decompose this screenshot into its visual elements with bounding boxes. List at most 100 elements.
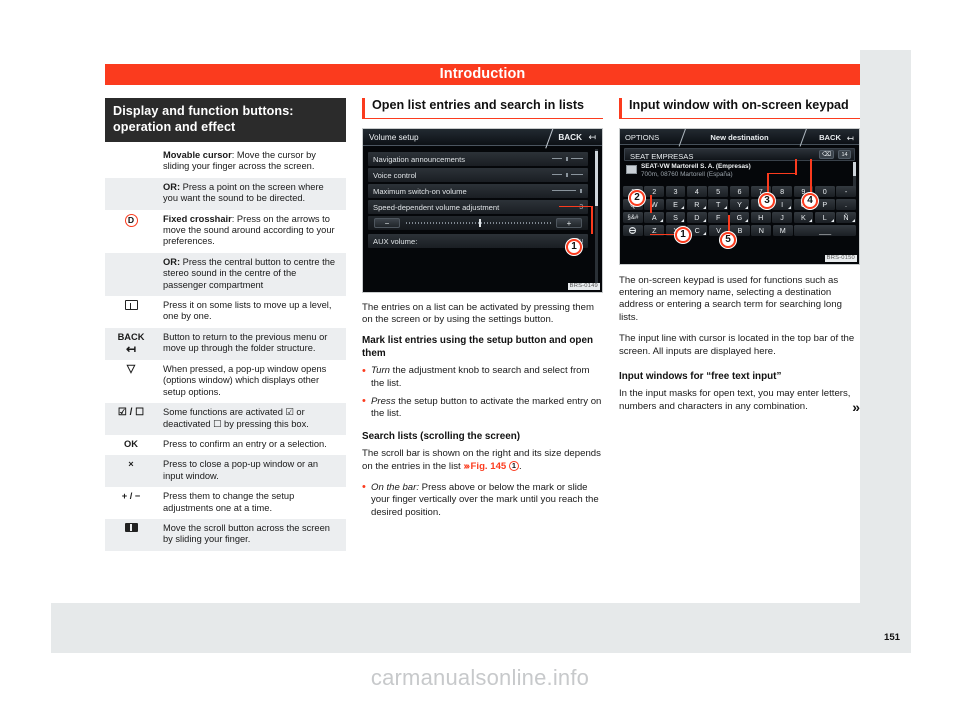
cross-reference[interactable]: ››› Fig. 145 bbox=[463, 461, 506, 472]
key-m[interactable]: M bbox=[772, 224, 793, 236]
key-2[interactable]: 2 bbox=[644, 185, 665, 197]
figure-146-screen: OPTIONS New destination BACK ↤ SEAT EMPR… bbox=[620, 128, 859, 264]
key-enye[interactable]: Ñ bbox=[836, 211, 856, 223]
key-4[interactable]: 4 bbox=[686, 185, 707, 197]
key-r[interactable]: R bbox=[686, 198, 707, 210]
scrollbar[interactable] bbox=[595, 148, 598, 284]
row-text: Movable cursor: Move the cursor by slidi… bbox=[157, 146, 346, 178]
table-row: BACK ↤ Button to return to the previous … bbox=[105, 327, 346, 360]
list-item[interactable]: Maximum switch-on volume bbox=[368, 183, 588, 198]
key-i[interactable]: I bbox=[772, 198, 792, 210]
key-l[interactable]: L bbox=[814, 211, 835, 223]
key-n[interactable]: N bbox=[751, 224, 772, 236]
back-symbol-stack: BACK ↤ bbox=[111, 332, 151, 355]
bullet-text: the setup button to activate the marked … bbox=[371, 395, 602, 420]
search-result-item[interactable]: SEAT-VW Martorell S. A. (Empresas) 700m,… bbox=[624, 163, 849, 180]
callout-3: 3 bbox=[759, 192, 775, 209]
scrollbar-thumb[interactable] bbox=[595, 150, 598, 206]
list-item-label: Voice control bbox=[373, 170, 417, 180]
list-item: On the bar: Press above or below the mar… bbox=[362, 481, 603, 519]
row-text-lead: OR: bbox=[163, 256, 181, 267]
row-text: Press it on some lists to move up a leve… bbox=[157, 296, 346, 328]
results-list-icon[interactable]: 14 bbox=[838, 150, 851, 159]
callout-leader-line bbox=[767, 172, 796, 175]
table-row: ▽ When pressed, a pop-up window opens (o… bbox=[105, 359, 346, 404]
figure-code-tag: BRS-0150 bbox=[824, 254, 857, 262]
key-t[interactable]: T bbox=[708, 198, 729, 210]
middle-column: Open list entries and search in lists Vo… bbox=[362, 98, 603, 525]
callout-leader-line bbox=[559, 205, 593, 208]
key-period[interactable]: . bbox=[836, 198, 856, 210]
bullet-emphasis: Press bbox=[371, 395, 396, 407]
row-symbol: OK bbox=[105, 434, 157, 456]
row-symbol: × bbox=[105, 455, 157, 488]
figure-145-screen: Volume setup BACK ↤ Navigation announcem… bbox=[363, 128, 602, 292]
key-j[interactable]: J bbox=[772, 211, 792, 223]
table-row: + / − Press them to change the setup adj… bbox=[105, 487, 346, 519]
minus-button[interactable]: − bbox=[374, 217, 400, 228]
list-item[interactable]: Speed-dependent volume adjustment 3 bbox=[368, 199, 588, 214]
backspace-icon[interactable]: ⌫ bbox=[819, 150, 834, 159]
row-text-lead: OR: bbox=[163, 181, 181, 192]
key-space[interactable]: ___ bbox=[794, 224, 856, 236]
callout-5: 5 bbox=[720, 231, 736, 248]
back-arrow-icon[interactable]: ↤ bbox=[847, 133, 854, 144]
keypad-top-bar: OPTIONS New destination BACK ↤ bbox=[620, 128, 859, 147]
plus-button[interactable]: + bbox=[556, 217, 582, 228]
circled-letter-d-icon: D bbox=[124, 213, 138, 227]
figure-145: Volume setup BACK ↤ Navigation announcem… bbox=[362, 127, 603, 293]
back-button[interactable]: BACK bbox=[819, 133, 841, 142]
scrollbar-thumb[interactable] bbox=[853, 161, 856, 176]
key-d[interactable]: D bbox=[686, 211, 707, 223]
row-text: Button to return to the previous menu or… bbox=[157, 327, 346, 360]
table-row: OK Press to confirm an entry or a select… bbox=[105, 434, 346, 456]
list-item[interactable]: AUX volume: Qu bbox=[368, 233, 588, 248]
key-g[interactable]: G bbox=[729, 211, 750, 223]
key-6[interactable]: 6 bbox=[729, 185, 750, 197]
back-button[interactable]: BACK bbox=[558, 133, 582, 142]
table-row: Movable cursor: Move the cursor by slidi… bbox=[105, 146, 346, 178]
slider-icon[interactable] bbox=[552, 188, 584, 193]
row-symbol: ▽ bbox=[105, 359, 157, 404]
key-k[interactable]: K bbox=[793, 211, 814, 223]
key-f[interactable]: F bbox=[708, 211, 729, 223]
list-item: Turn the adjustment knob to search and s… bbox=[362, 365, 603, 390]
table-row: OR: Press a point on the screen where yo… bbox=[105, 177, 346, 210]
key-s[interactable]: S bbox=[665, 211, 686, 223]
keypad-row-top: Q W E R T Y U I O P . bbox=[623, 198, 856, 210]
onscreen-keypad: OPTIONS New destination BACK ↤ SEAT EMPR… bbox=[620, 128, 859, 264]
list-item[interactable]: Voice control bbox=[368, 167, 588, 182]
key-y[interactable]: Y bbox=[729, 198, 750, 210]
row-text: Some functions are activated ☑ or deacti… bbox=[157, 403, 346, 435]
back-arrow-icon[interactable]: ↤ bbox=[588, 132, 596, 143]
table-row: OR: Press the central button to centre t… bbox=[105, 252, 346, 297]
key-a[interactable]: A bbox=[644, 211, 665, 223]
language-globe-icon[interactable] bbox=[623, 224, 643, 236]
key-e[interactable]: E bbox=[665, 198, 686, 210]
slider-icon[interactable] bbox=[552, 156, 584, 161]
row-symbol: D bbox=[105, 209, 157, 253]
list-item[interactable]: Navigation announcements bbox=[368, 151, 588, 166]
slider-icon[interactable] bbox=[552, 172, 584, 177]
result-thumbnail-icon bbox=[626, 164, 637, 174]
volume-slider-track[interactable] bbox=[406, 218, 552, 227]
key-3[interactable]: 3 bbox=[665, 185, 686, 197]
key-5[interactable]: 5 bbox=[708, 185, 729, 197]
list-item-label: Navigation announcements bbox=[373, 154, 466, 164]
checkbox-icon: ☑ / ☐ bbox=[117, 407, 145, 419]
options-button[interactable]: OPTIONS bbox=[625, 133, 659, 142]
list-item-label: Maximum switch-on volume bbox=[373, 186, 467, 196]
continuation-arrow: » bbox=[852, 398, 860, 415]
key-symbols[interactable]: §&# bbox=[623, 211, 643, 223]
right-sub-heading-1: Input windows for “free text input” bbox=[619, 370, 782, 382]
key-w[interactable]: W bbox=[644, 198, 665, 210]
key-8[interactable]: 8 bbox=[772, 185, 792, 197]
xref-callout: 1 bbox=[508, 461, 519, 472]
key-0[interactable]: 0 bbox=[814, 185, 835, 197]
row-symbol bbox=[105, 252, 157, 297]
key-h[interactable]: H bbox=[750, 211, 771, 223]
row-symbol: BACK ↤ bbox=[105, 327, 157, 360]
right-paragraph-2: The input line with cursor is located in… bbox=[619, 333, 855, 357]
search-input[interactable]: SEAT EMPRESAS ⌫ 14 bbox=[624, 147, 855, 161]
key-hyphen[interactable]: - bbox=[836, 185, 856, 197]
